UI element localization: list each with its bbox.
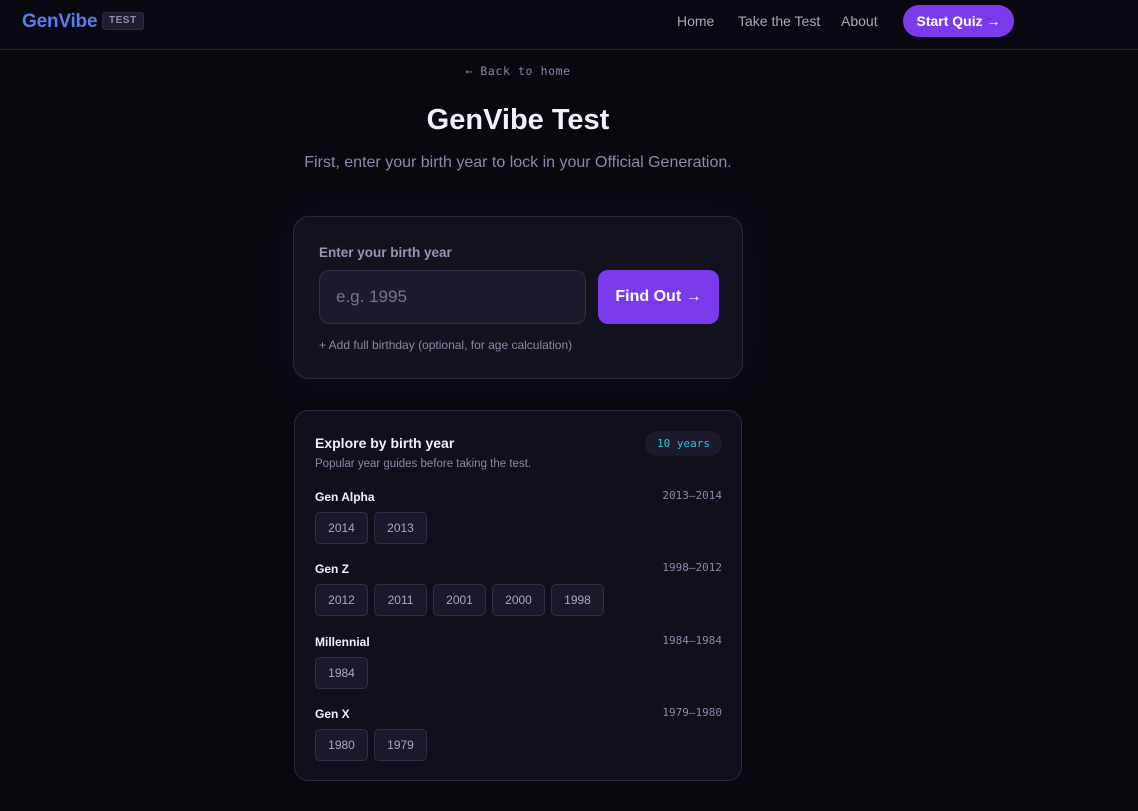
generation-range: 1998–2012	[662, 561, 722, 574]
year-chip[interactable]: 1998	[551, 584, 604, 616]
year-chip[interactable]: 2013	[374, 512, 427, 544]
brand-logo[interactable]: GenVibe	[22, 11, 98, 33]
brand-badge: TEST	[102, 12, 144, 30]
page-title: GenVibe Test	[426, 104, 610, 136]
year-chip[interactable]: 2001	[433, 584, 486, 616]
generation-name: Gen X	[315, 707, 350, 721]
year-chip[interactable]: 2014	[315, 512, 368, 544]
generation-range: 1984–1984	[662, 634, 722, 647]
birth-year-input[interactable]	[319, 270, 586, 324]
add-full-birthday-link[interactable]: + Add full birthday (optional, for age c…	[319, 338, 572, 352]
nav-link-about[interactable]: About	[841, 13, 878, 29]
start-quiz-button[interactable]: Start Quiz →	[903, 5, 1014, 37]
explore-subtitle: Popular year guides before taking the te…	[315, 458, 532, 470]
nav-link-home[interactable]: Home	[677, 13, 714, 29]
explore-by-year-card: Explore by birth year Popular year guide…	[294, 410, 742, 781]
top-nav: GenVibe TEST Home Take the Test About St…	[0, 0, 1138, 50]
years-count-badge: 10 years	[645, 431, 722, 456]
year-chip[interactable]: 2012	[315, 584, 368, 616]
year-chip[interactable]: 1979	[374, 729, 427, 761]
birth-year-card: Enter your birth year Find Out → + Add f…	[293, 216, 743, 379]
page-subtitle: First, enter your birth year to lock in …	[304, 154, 732, 171]
back-to-home-link[interactable]: ← Back to home	[0, 64, 1036, 78]
birth-year-label: Enter your birth year	[319, 245, 452, 260]
generation-group-gen-z: Gen Z 1998–2012 2012 2011 2001 2000 1998	[315, 561, 722, 624]
generation-name: Gen Alpha	[315, 490, 375, 504]
generation-range: 1979–1980	[662, 706, 722, 719]
year-chip[interactable]: 2011	[374, 584, 427, 616]
generation-group-gen-alpha: Gen Alpha 2013–2014 2014 2013	[315, 489, 722, 552]
generation-group-gen-x: Gen X 1979–1980 1980 1979	[315, 706, 722, 769]
nav-link-take-the-test[interactable]: Take the Test	[738, 13, 820, 29]
explore-title: Explore by birth year	[315, 435, 455, 451]
year-chip[interactable]: 1980	[315, 729, 368, 761]
year-chip[interactable]: 2000	[492, 584, 545, 616]
generation-range: 2013–2014	[662, 489, 722, 502]
generation-name: Gen Z	[315, 562, 350, 576]
generation-group-millennial: Millennial 1984–1984 1984	[315, 634, 722, 697]
find-out-button[interactable]: Find Out →	[598, 270, 719, 324]
year-chip[interactable]: 1984	[315, 657, 368, 689]
generation-name: Millennial	[315, 635, 370, 649]
